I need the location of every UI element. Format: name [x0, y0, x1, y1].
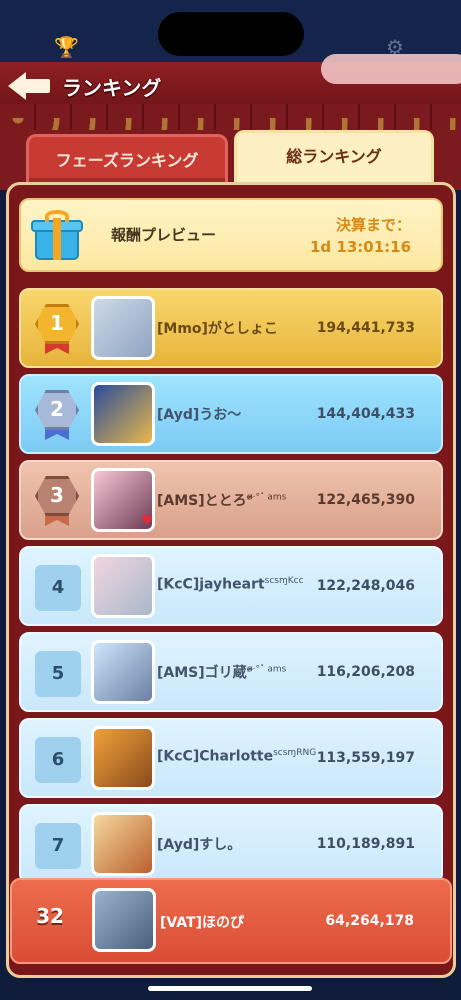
player-name: [AMS]ととろɞ̴̶̷·°˟ ams — [157, 492, 287, 509]
ranking-row-1[interactable]: 1 [Mmo]がとしょこ 194,441,733 — [19, 288, 443, 368]
ranking-row-6[interactable]: 6 [KcC]CharlottescsɱRNG 113,559,197 — [19, 718, 443, 798]
tab-overall-ranking[interactable]: 総ランキング — [234, 130, 434, 186]
reward-preview-label: 報酬プレビュー — [111, 226, 217, 244]
player-score: 113,559,197 — [316, 750, 415, 766]
gold-medal-icon: 1 — [35, 304, 79, 354]
home-indicator[interactable] — [148, 986, 312, 991]
camera-notch — [158, 12, 304, 56]
avatar[interactable] — [91, 640, 155, 704]
player-name: [Mmo]がとしょこ — [157, 321, 278, 337]
avatar[interactable] — [91, 812, 155, 876]
decorative-cloud — [321, 54, 461, 84]
player-score: 144,404,433 — [316, 406, 415, 422]
player-name: [VAT]ほのぴ — [160, 915, 244, 931]
heart-icon: ♥ — [141, 513, 154, 529]
bronze-medal-icon: 3 — [35, 476, 79, 526]
player-score: 122,465,390 — [316, 492, 415, 508]
player-name: [Ayd]うお〜 — [157, 407, 242, 423]
rank-number: 32 — [36, 904, 64, 928]
avatar[interactable] — [91, 726, 155, 790]
player-name: [AMS]ゴリ蔵ɞ̴̶̷·°˟ ams — [157, 664, 287, 681]
player-score: 194,441,733 — [316, 320, 415, 336]
reward-preview-banner[interactable]: 報酬プレビュー 決算まで： 1d 13:01:16 — [19, 198, 443, 272]
player-score: 116,206,208 — [316, 664, 415, 680]
page-title: ランキング — [62, 76, 162, 100]
player-score: 122,248,046 — [316, 578, 415, 594]
gift-box-icon — [31, 210, 83, 262]
ranking-row-3[interactable]: 3 ♥ [AMS]ととろɞ̴̶̷·°˟ ams 122,465,390 — [19, 460, 443, 540]
avatar[interactable] — [91, 382, 155, 446]
top-bar: 🏆 ⚙ — [0, 0, 461, 62]
avatar[interactable] — [92, 888, 156, 952]
ranking-row-4[interactable]: 4 [KcC]jayheartscsɱKcc 122,248,046 — [19, 546, 443, 626]
tab-phase-ranking[interactable]: フェーズランキング — [26, 134, 228, 184]
my-ranking-row[interactable]: 32 [VAT]ほのぴ 64,264,178 — [10, 878, 452, 964]
ranking-row-7[interactable]: 7 [Ayd]すし。 110,189,891 — [19, 804, 443, 884]
rank-number: 5 — [35, 651, 81, 697]
ranking-row-5[interactable]: 5 [AMS]ゴリ蔵ɞ̴̶̷·°˟ ams 116,206,208 — [19, 632, 443, 712]
tab-bar: フェーズランキング 総ランキング — [0, 130, 461, 190]
player-name: [Ayd]すし。 — [157, 837, 242, 853]
silver-medal-icon: 2 — [35, 390, 79, 440]
avatar[interactable] — [91, 296, 155, 360]
countdown-timer: 1d 13:01:16 — [309, 238, 411, 256]
player-name: [KcC]CharlottescsɱRNG — [157, 748, 317, 765]
countdown-label: 決算まで： — [335, 216, 411, 234]
player-name: [KcC]jayheartscsɱKcc — [157, 576, 304, 593]
trophy-icon[interactable]: 🏆 — [54, 36, 79, 58]
back-button[interactable] — [8, 68, 50, 104]
rank-number: 6 — [35, 737, 81, 783]
rank-number: 4 — [35, 565, 81, 611]
player-score: 64,264,178 — [325, 913, 414, 929]
roof-eaves-decoration — [0, 104, 461, 130]
avatar[interactable] — [91, 554, 155, 618]
ranking-row-2[interactable]: 2 [Ayd]うお〜 144,404,433 — [19, 374, 443, 454]
rank-number: 7 — [35, 823, 81, 869]
player-score: 110,189,891 — [316, 836, 415, 852]
